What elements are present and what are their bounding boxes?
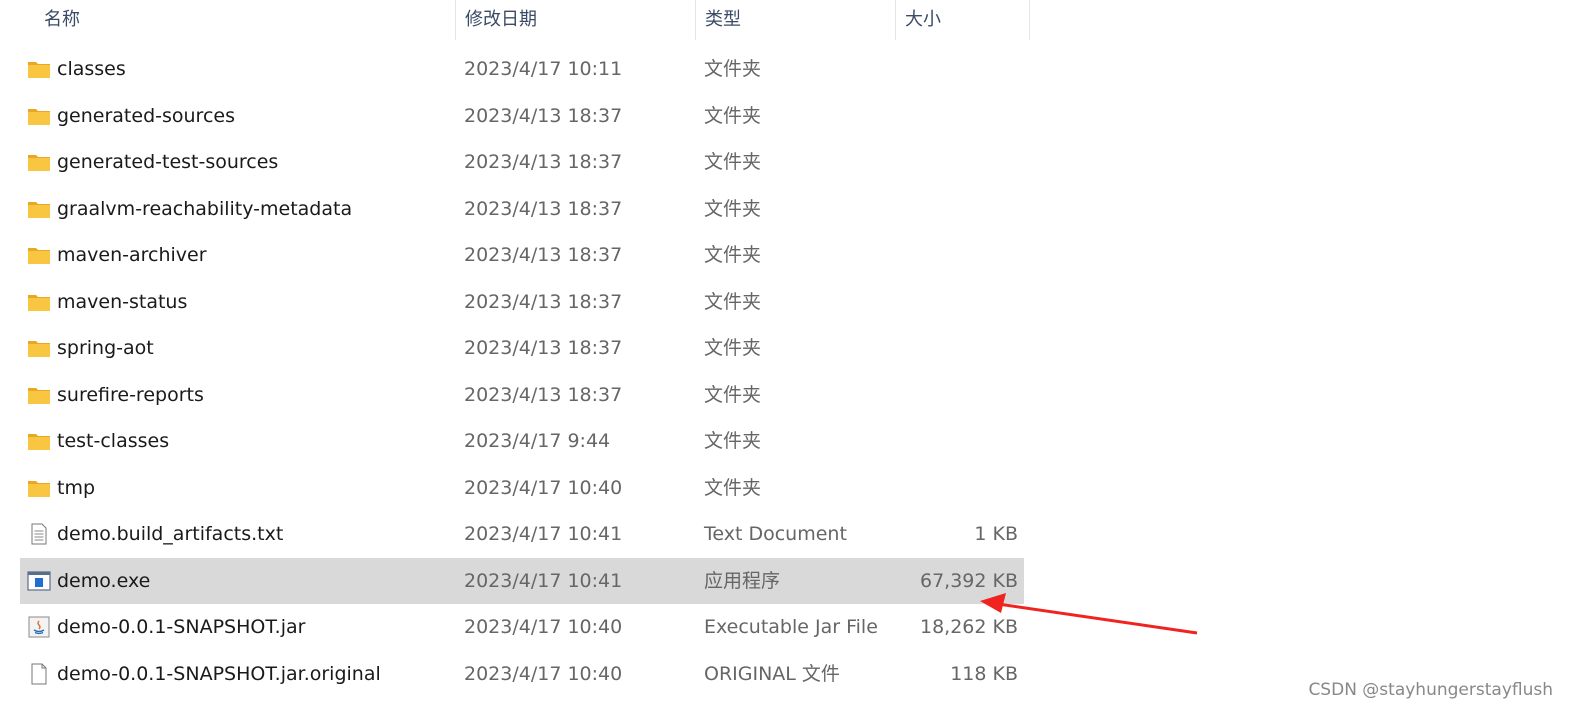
file-row[interactable]: maven-archiver 2023/4/13 18:37 文件夹 (20, 232, 1024, 279)
file-type: 文件夹 (704, 290, 762, 313)
file-type: 文件夹 (704, 104, 762, 127)
blank-file-icon (27, 663, 51, 685)
file-date-modified: 2023/4/17 9:44 (464, 430, 611, 452)
column-header-bar: ^ 名称 修改日期 类型 大小 (20, 0, 1030, 40)
file-size: 67,392 KB (919, 569, 1018, 592)
folder-icon (27, 384, 51, 406)
file-name: demo-0.0.1-SNAPSHOT.jar.original (57, 662, 381, 685)
file-type: 文件夹 (704, 430, 762, 452)
folder-icon (27, 430, 51, 452)
folder-icon (27, 105, 51, 127)
annotation-arrow-shaft (997, 602, 1198, 635)
column-header-date-modified[interactable]: 修改日期 (455, 0, 695, 40)
file-name: spring-aot (57, 337, 154, 359)
file-type: 应用程序 (704, 569, 781, 592)
file-row[interactable]: generated-test-sources 2023/4/13 18:37 文件夹 (20, 139, 1024, 186)
file-name: generated-test-sources (57, 151, 279, 173)
file-row[interactable]: demo-0.0.1-SNAPSHOT.jar 2023/4/17 10:40 Ex… (20, 604, 1024, 651)
file-row[interactable]: classes 2023/4/17 10:11 文件夹 (20, 46, 1024, 93)
file-date-modified: 2023/4/17 10:41 (464, 523, 623, 545)
file-type: Executable Jar File (704, 616, 878, 638)
folder-icon (27, 198, 51, 220)
file-row[interactable]: maven-status 2023/4/13 18:37 文件夹 (20, 279, 1024, 326)
file-row[interactable]: generated-sources 2023/4/13 18:37 文件夹 (20, 93, 1024, 140)
file-date-modified: 2023/4/17 10:40 (464, 616, 623, 638)
folder-icon (27, 337, 51, 359)
file-type: 文件夹 (704, 337, 762, 359)
text-file-icon (27, 523, 51, 545)
file-size: 18,262 KB (919, 616, 1018, 638)
folder-icon (27, 291, 51, 313)
file-explorer: ^ 名称 修改日期 类型 大小 classes 2023/4/17 10:11 文件… (0, 0, 1583, 714)
file-date-modified: 2023/4/13 18:37 (464, 104, 623, 127)
column-header-type[interactable]: 类型 (695, 0, 895, 40)
file-date-modified: 2023/4/13 18:37 (464, 151, 623, 173)
file-type: ORIGINAL 文件 (704, 662, 840, 685)
file-date-modified: 2023/4/13 18:37 (464, 383, 623, 406)
file-type: 文件夹 (704, 244, 762, 266)
file-name: tmp (57, 476, 96, 499)
file-date-modified: 2023/4/13 18:37 (464, 244, 623, 266)
file-type: 文件夹 (704, 151, 762, 173)
file-type: 文件夹 (704, 58, 762, 80)
file-name: generated-sources (57, 104, 235, 127)
file-name: demo-0.0.1-SNAPSHOT.jar (57, 616, 306, 638)
file-date-modified: 2023/4/17 10:40 (464, 476, 623, 499)
file-row[interactable]: demo.exe 2023/4/17 10:41 应用程序 67,392 KB (20, 557, 1024, 604)
file-name: demo.build_artifacts.txt (57, 523, 284, 545)
file-row[interactable]: graalvm-reachability-metadata 2023/4/13 1… (20, 186, 1024, 233)
file-row[interactable]: spring-aot 2023/4/13 18:37 文件夹 (20, 325, 1024, 372)
file-date-modified: 2023/4/17 10:11 (464, 58, 623, 80)
folder-icon (27, 477, 51, 499)
folder-icon (27, 244, 51, 266)
folder-icon (27, 58, 51, 80)
file-date-modified: 2023/4/17 10:41 (464, 569, 623, 592)
file-name: test-classes (57, 430, 170, 452)
file-name: graalvm-reachability-metadata (57, 197, 353, 220)
file-row[interactable]: surefire-reports 2023/4/13 18:37 文件夹 (20, 372, 1024, 419)
exe-icon (27, 570, 51, 592)
file-name: maven-archiver (57, 244, 207, 266)
column-header-size[interactable]: 大小 (895, 0, 1030, 40)
file-type: Text Document (704, 523, 847, 545)
column-header-name[interactable]: 名称 (35, 0, 455, 40)
folder-icon (27, 151, 51, 173)
file-name: surefire-reports (57, 383, 204, 406)
file-name: demo.exe (57, 569, 151, 592)
file-type: 文件夹 (704, 476, 762, 499)
file-type: 文件夹 (704, 383, 762, 406)
file-row[interactable]: demo.build_artifacts.txt 2023/4/17 10:41 T… (20, 511, 1024, 558)
file-date-modified: 2023/4/17 10:40 (464, 662, 623, 685)
file-name: classes (57, 58, 126, 80)
file-row[interactable]: test-classes 2023/4/17 9:44 文件夹 (20, 418, 1024, 465)
file-row[interactable]: tmp 2023/4/17 10:40 文件夹 (20, 465, 1024, 512)
file-date-modified: 2023/4/13 18:37 (464, 290, 623, 313)
file-date-modified: 2023/4/13 18:37 (464, 337, 623, 359)
file-size: 118 KB (950, 662, 1018, 685)
watermark: CSDN @stayhungerstayflush (1308, 680, 1553, 700)
file-size: 1 KB (974, 523, 1018, 545)
file-list: classes 2023/4/17 10:11 文件夹 generated-sourc… (20, 46, 1024, 697)
file-row[interactable]: demo-0.0.1-SNAPSHOT.jar.original 2023/4/1… (20, 651, 1024, 698)
file-name: maven-status (57, 290, 188, 313)
java-jar-icon (27, 616, 51, 638)
file-date-modified: 2023/4/13 18:37 (464, 197, 623, 220)
file-type: 文件夹 (704, 197, 762, 220)
